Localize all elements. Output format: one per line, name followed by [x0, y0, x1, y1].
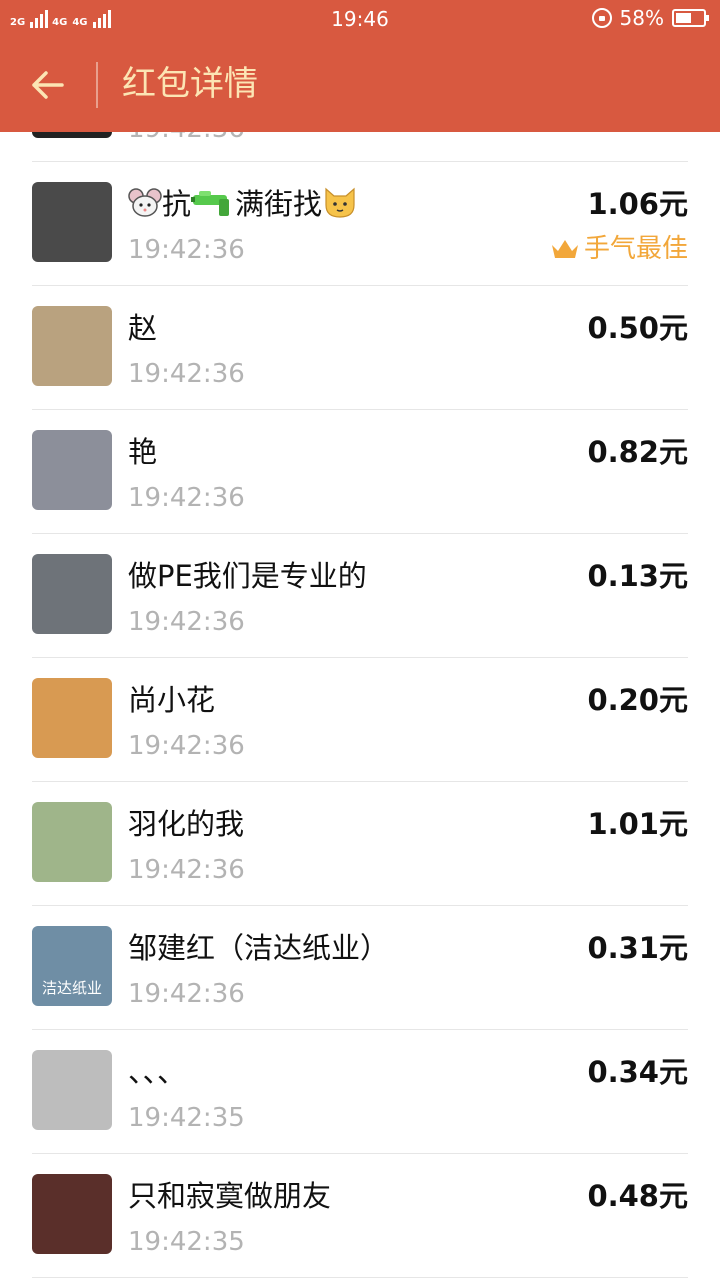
avatar: [32, 678, 112, 758]
name-text: 满街找: [235, 187, 323, 221]
crown-icon: [551, 240, 578, 258]
time-label: 19:42:36: [128, 132, 245, 144]
avatar-caption: 洁达纸业: [41, 979, 102, 997]
amount-label: 1.01元: [587, 807, 688, 841]
amount-label: 0.82元: [587, 435, 688, 469]
amount-label: 0.50元: [587, 311, 688, 345]
list-item[interactable]: 抗 满街找 19:42:36 1.06元 手气最佳: [32, 162, 688, 286]
avatar: [32, 182, 112, 262]
avatar: [32, 132, 112, 138]
best-luck-text: 手气最佳: [583, 234, 688, 264]
list-item[interactable]: 只和寂寞做朋友 19:42:35 0.48元: [32, 1154, 688, 1278]
battery-percent: 58%: [619, 6, 664, 30]
time-label: 19:42:36: [128, 235, 245, 265]
time-label: 19:42:36: [128, 855, 245, 885]
avatar: [32, 306, 112, 386]
amount-label: 0.20元: [587, 683, 688, 717]
recipient-name: 只和寂寞做朋友: [128, 1179, 332, 1213]
amount-label: 0.34元: [587, 1055, 688, 1089]
avatar: [32, 802, 112, 882]
amount-label: 0.31元: [587, 931, 688, 965]
status-right: 58%: [591, 6, 709, 30]
water-gun-emoji-icon: [191, 191, 230, 216]
list-item[interactable]: 、、、 19:42:35 0.34元: [32, 1030, 688, 1154]
battery-icon: [672, 9, 709, 27]
time-label: 19:42:35: [128, 1227, 245, 1257]
avatar: 洁达纸业: [32, 926, 112, 1006]
avatar: [32, 1174, 112, 1254]
list-item[interactable]: 尚小花 19:42:36 0.20元: [32, 658, 688, 782]
time-label: 19:42:36: [128, 359, 245, 389]
recipient-name: 羽化的我: [128, 807, 245, 841]
best-luck-badge: 手气最佳: [550, 230, 688, 268]
time-label: 19:42:36: [128, 483, 245, 513]
time-label: 19:42:35: [128, 1103, 245, 1133]
amount-label: 1.06元: [587, 187, 688, 221]
recipient-name: 做PE我们是专业的: [128, 559, 367, 593]
mouse-emoji-icon: [128, 188, 162, 217]
cat-emoji-icon: [325, 187, 355, 218]
recipient-list[interactable]: 19:42:36 抗 满街找 19:42:3: [0, 132, 720, 1280]
recipient-name: 抗 满街找: [128, 184, 358, 224]
time-label: 19:42:36: [128, 731, 245, 761]
list-item[interactable]: 洁达纸业 邹建红（洁达纸业） 19:42:36 0.31元: [32, 906, 688, 1030]
avatar: [32, 430, 112, 510]
recipient-name: 赵: [128, 311, 158, 345]
list-item[interactable]: 做PE我们是专业的 19:42:36 0.13元: [32, 534, 688, 658]
time-label: 19:42:36: [128, 607, 245, 637]
recipient-name: 、、、: [128, 1055, 187, 1089]
avatar: [32, 1050, 112, 1130]
amount-label: 0.13元: [587, 559, 688, 593]
back-button[interactable]: [22, 60, 76, 114]
rotation-lock-icon: [591, 8, 612, 28]
page-title: 红包详情: [122, 64, 258, 104]
header-divider: [96, 62, 98, 108]
list-item[interactable]: 艳 19:42:36 0.82元: [32, 410, 688, 534]
back-arrow-icon: [32, 71, 64, 99]
recipient-name: 艳: [128, 435, 158, 469]
app-bar: 红包详情: [0, 40, 720, 132]
status-bar: 2G 4G 4G 19:46 58%: [0, 0, 720, 40]
list-item[interactable]: 赵 19:42:36 0.50元: [32, 286, 688, 410]
recipient-name: 尚小花: [128, 683, 216, 717]
amount-label: 0.48元: [587, 1179, 688, 1213]
recipient-name: 邹建红（洁达纸业）: [128, 931, 390, 965]
list-item[interactable]: 羽化的我 19:42:36 1.01元: [32, 782, 688, 906]
time-label: 19:42:36: [128, 979, 245, 1009]
name-text: 抗: [162, 187, 192, 221]
list-item[interactable]: 19:42:36: [32, 132, 688, 162]
avatar: [32, 554, 112, 634]
